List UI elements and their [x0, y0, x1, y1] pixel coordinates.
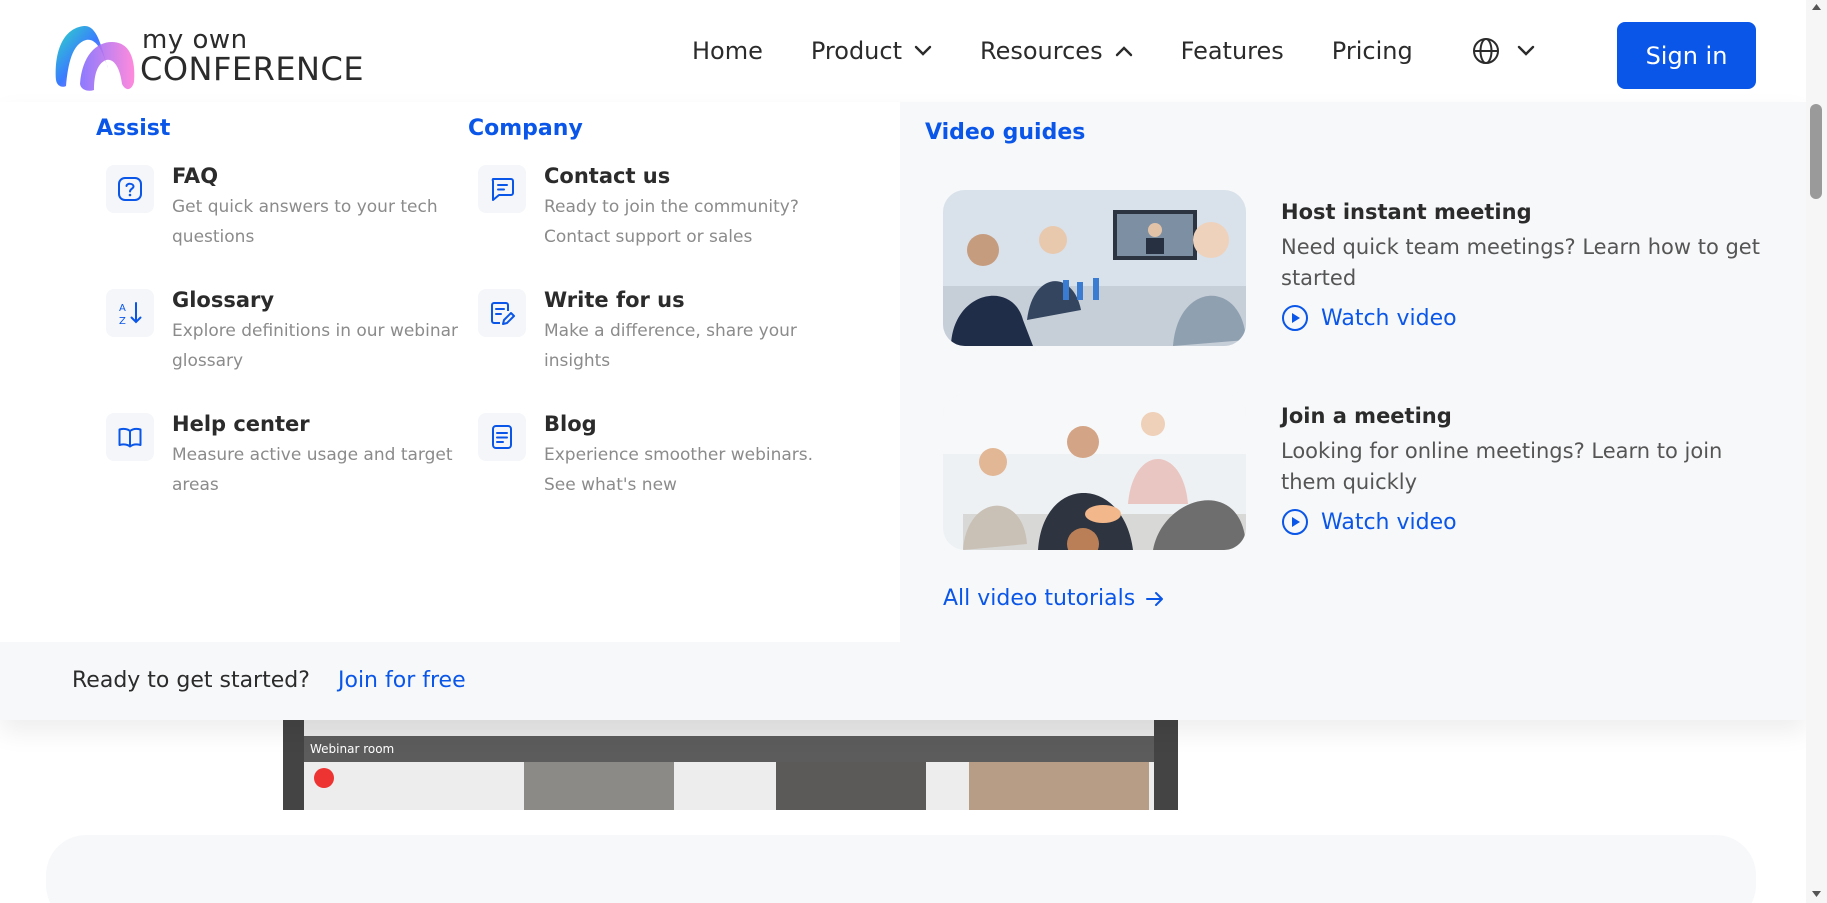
chevron-down-icon: [1517, 45, 1534, 56]
write-for-us-title: Write for us: [544, 288, 685, 312]
arrow-right-icon: [1146, 591, 1164, 606]
webinar-preview-body: [304, 762, 1154, 810]
sign-in-button[interactable]: Sign in: [1617, 22, 1756, 89]
join-meeting-watch-link[interactable]: Watch video: [1281, 508, 1457, 536]
join-meeting-thumbnail[interactable]: [943, 394, 1246, 550]
globe-icon: [1472, 38, 1499, 64]
chevron-up-icon: [1115, 46, 1132, 57]
host-meeting-watch-link[interactable]: Watch video: [1281, 304, 1457, 332]
background-card: [46, 835, 1756, 903]
menu-item-help-center[interactable]: Help center Measure active usage and tar…: [96, 412, 462, 537]
edit-doc-icon: [478, 289, 526, 337]
menu-item-glossary[interactable]: AZ Glossary Explore definitions in our w…: [96, 288, 462, 413]
svg-text:Z: Z: [119, 316, 126, 327]
nav-pricing[interactable]: Pricing: [1332, 37, 1413, 65]
site-header: my own CONFERENCE Home Product Resources…: [0, 0, 1806, 102]
menu-item-blog[interactable]: Blog Experience smoother webinars. See w…: [468, 412, 834, 537]
host-meeting-title: Host instant meeting: [1281, 200, 1532, 224]
glossary-title: Glossary: [172, 288, 275, 312]
page-scrollbar[interactable]: [1806, 0, 1827, 903]
blog-title: Blog: [544, 412, 597, 436]
host-meeting-description: Need quick team meetings? Learn how to g…: [1281, 235, 1760, 290]
faq-description: Get quick answers to your tech questions: [172, 197, 438, 247]
join-meeting-description: Looking for online meetings? Learn to jo…: [1281, 439, 1723, 494]
webinar-room-label: Webinar room: [304, 736, 1154, 762]
assist-column: Assist FAQ Get quick answers to your tec…: [96, 116, 462, 537]
nav-resources[interactable]: Resources: [980, 37, 1133, 65]
write-for-us-description: Make a difference, share your insights: [544, 321, 797, 371]
nav-home-label: Home: [692, 37, 763, 65]
video-guides-panel: Video guides Host instant meeting Need q: [900, 102, 1806, 642]
resources-mega-menu: Assist FAQ Get quick answers to your tec…: [0, 102, 1806, 720]
host-meeting-thumbnail[interactable]: [943, 190, 1246, 346]
watch-video-label: Watch video: [1321, 509, 1457, 535]
menu-item-faq[interactable]: FAQ Get quick answers to your tech quest…: [96, 164, 462, 289]
help-center-description: Measure active usage and target areas: [172, 445, 453, 495]
menu-cta-bar: Ready to get started? Join for free: [0, 642, 1806, 720]
chat-icon: [478, 165, 526, 213]
glossary-description: Explore definitions in our webinar gloss…: [172, 321, 459, 371]
question-icon: [106, 165, 154, 213]
play-circle-icon: [1282, 509, 1308, 535]
participant-video-3: [969, 762, 1149, 810]
play-circle-icon: [1282, 305, 1308, 331]
logo-mark-icon: [55, 25, 135, 91]
document-icon: [478, 413, 526, 461]
join-meeting-title: Join a meeting: [1281, 404, 1452, 428]
contact-us-description: Ready to join the community? Contact sup…: [544, 197, 799, 247]
main-nav: Home Product Resources Features Pricing: [692, 36, 1535, 66]
watch-video-label: Watch video: [1321, 305, 1457, 331]
cta-prompt: Ready to get started?: [72, 668, 310, 693]
menu-left-panel: Assist FAQ Get quick answers to your tec…: [0, 102, 900, 642]
video-guide-join: Join a meeting Looking for online meetin…: [943, 394, 1743, 552]
nav-product-label: Product: [810, 37, 902, 65]
scrollbar-thumb[interactable]: [1810, 104, 1822, 199]
nav-product[interactable]: Product: [811, 37, 932, 65]
language-selector[interactable]: [1471, 36, 1535, 66]
logo-line2: CONFERENCE: [140, 50, 365, 88]
company-column: Company Contact us Ready to join the com…: [468, 116, 834, 537]
nav-features[interactable]: Features: [1181, 37, 1284, 65]
all-video-tutorials-label: All video tutorials: [943, 586, 1136, 611]
nav-features-label: Features: [1180, 37, 1284, 65]
sort-az-icon: AZ: [106, 289, 154, 337]
scroll-up-icon[interactable]: [1811, 3, 1822, 11]
assist-heading: Assist: [96, 116, 171, 141]
svg-text:A: A: [119, 303, 126, 314]
help-center-title: Help center: [172, 412, 310, 436]
nav-pricing-label: Pricing: [1331, 37, 1413, 65]
video-guide-host: Host instant meeting Need quick team mee…: [943, 190, 1760, 348]
nav-home[interactable]: Home: [692, 37, 763, 65]
scroll-down-icon[interactable]: [1811, 890, 1822, 898]
record-icon: [314, 768, 334, 788]
browser-bar: [304, 720, 1154, 736]
chevron-down-icon: [914, 45, 932, 56]
book-icon: [106, 413, 154, 461]
webinar-preview-image: Webinar room: [283, 720, 1178, 810]
participant-video-1: [524, 762, 674, 810]
contact-us-title: Contact us: [544, 164, 671, 188]
participant-video-2: [776, 762, 926, 810]
logo[interactable]: my own CONFERENCE: [50, 20, 364, 92]
faq-title: FAQ: [172, 164, 219, 188]
nav-resources-label: Resources: [980, 37, 1103, 65]
join-for-free-link[interactable]: Join for free: [338, 668, 466, 693]
video-guides-heading: Video guides: [925, 120, 1086, 145]
company-heading: Company: [468, 116, 583, 141]
menu-item-contact-us[interactable]: Contact us Ready to join the community? …: [468, 164, 834, 289]
blog-description: Experience smoother webinars. See what's…: [544, 445, 814, 495]
menu-item-write-for-us[interactable]: Write for us Make a difference, share yo…: [468, 288, 834, 413]
all-video-tutorials-link[interactable]: All video tutorials: [943, 586, 1165, 611]
